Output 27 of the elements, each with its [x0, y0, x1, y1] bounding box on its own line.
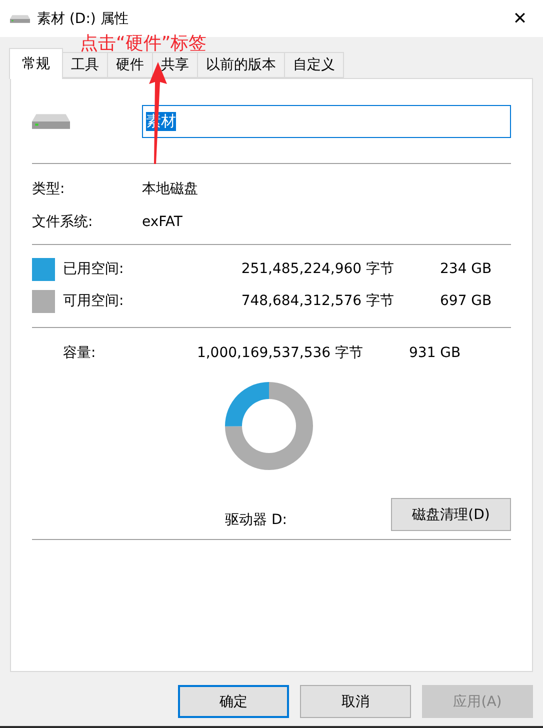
usage-bytes: 748,684,312,576 字节: [240, 292, 394, 310]
tab[interactable]: 以前的版本: [197, 52, 285, 78]
drive-icon: [10, 14, 30, 24]
drive-label: 驱动器 D:: [225, 511, 288, 530]
dialog-button[interactable]: 确定: [178, 685, 289, 718]
tab[interactable]: 自定义: [284, 52, 344, 78]
usage-label: 已用空间:: [63, 260, 125, 278]
capacity-bytes: 1,000,169,537,536 字节: [196, 344, 363, 362]
capacity-size: 931 GB: [409, 345, 461, 361]
capacity-label: 容量:: [63, 344, 97, 362]
tab[interactable]: 常规: [9, 48, 63, 79]
info-value: exFAT: [142, 214, 182, 230]
close-button[interactable]: ✕: [497, 0, 543, 37]
usage-size: 234 GB: [440, 261, 492, 277]
annotation-text: 点击“硬件”标签: [80, 32, 207, 55]
tab[interactable]: 工具: [62, 52, 108, 78]
dialog-button[interactable]: 取消: [300, 685, 411, 718]
drive-icon: [32, 112, 70, 130]
usage-size: 697 GB: [440, 293, 492, 309]
window-title: 素材 (D:) 属性: [37, 10, 130, 28]
info-value: 本地磁盘: [142, 180, 198, 198]
tab[interactable]: 硬件: [107, 52, 153, 78]
usage-label: 可用空间:: [63, 292, 125, 310]
info-label: 类型:: [32, 180, 66, 198]
info-label: 文件系统:: [32, 212, 94, 230]
usage-bytes: 251,485,224,960 字节: [240, 260, 394, 278]
disk-cleanup-button[interactable]: 磁盘清理(D): [391, 498, 511, 531]
